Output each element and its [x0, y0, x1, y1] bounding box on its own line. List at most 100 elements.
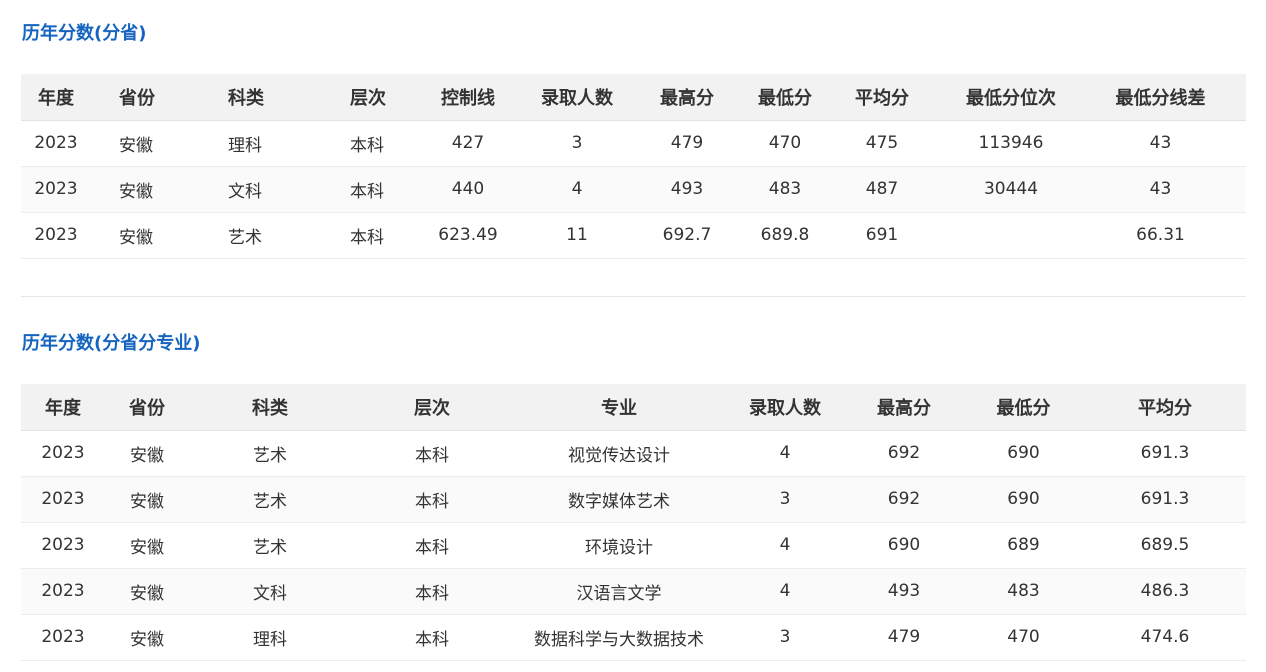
cell-min-diff: 43: [1075, 166, 1246, 213]
header-min-score: 最低分: [753, 74, 817, 121]
cell-year: 2023: [21, 430, 105, 477]
cell-province: 安徽: [105, 614, 189, 661]
table-header-row: 年度 省份 科类 层次 专业 录取人数 最高分 最低分 平均分: [21, 384, 1246, 431]
cell-max-score: 692: [845, 476, 963, 523]
header-category: 科类: [191, 74, 313, 121]
major-scores-table: 年度 省份 科类 层次 专业 录取人数 最高分 最低分 平均分 2023 安徽 …: [21, 384, 1246, 661]
cell-admitted-count: 3: [725, 476, 845, 523]
header-level: 层次: [351, 384, 513, 431]
province-scores-table: 年度 省份 科类 层次 控制线 录取人数 最高分 最低分 平均分 最低分位次 最…: [21, 74, 1246, 259]
cell-province: 安徽: [91, 166, 191, 213]
header-province: 省份: [105, 384, 189, 431]
header-min-diff: 最低分线差: [1075, 74, 1246, 121]
cell-min-score: 470: [963, 614, 1084, 661]
table-header-row: 年度 省份 科类 层次 控制线 录取人数 最高分 最低分 平均分 最低分位次 最…: [21, 74, 1246, 121]
table-row: 2023 安徽 艺术 本科 623.49 11 692.7 689.8 691 …: [21, 212, 1246, 259]
cell-min-rank: 113946: [947, 120, 1075, 167]
cell-avg-score: 475: [817, 120, 947, 167]
cell-control-line: 427: [403, 120, 533, 167]
section-title-major-scores: 历年分数(分省分专业): [22, 333, 201, 354]
cell-min-score: 690: [963, 430, 1084, 477]
cell-province: 安徽: [105, 568, 189, 615]
cell-max-score: 479: [621, 120, 753, 167]
cell-category: 理科: [191, 120, 313, 167]
cell-level: 本科: [351, 430, 513, 477]
cell-year: 2023: [21, 614, 105, 661]
cell-min-score: 483: [963, 568, 1084, 615]
header-year: 年度: [21, 384, 105, 431]
header-category: 科类: [189, 384, 351, 431]
cell-avg-score: 486.3: [1084, 568, 1246, 615]
cell-year: 2023: [21, 120, 91, 167]
cell-year: 2023: [21, 212, 91, 259]
cell-level: 本科: [313, 120, 403, 167]
cell-level: 本科: [313, 212, 403, 259]
cell-max-score: 690: [845, 522, 963, 569]
section-title-province-scores: 历年分数(分省): [22, 23, 147, 44]
header-min-score: 最低分: [963, 384, 1084, 431]
cell-major: 环境设计: [513, 522, 725, 569]
cell-admitted-count: 11: [533, 212, 621, 259]
cell-category: 艺术: [189, 476, 351, 523]
header-avg-score: 平均分: [1084, 384, 1246, 431]
cell-year: 2023: [21, 166, 91, 213]
header-level: 层次: [313, 74, 403, 121]
cell-admitted-count: 3: [725, 614, 845, 661]
cell-max-score: 692: [845, 430, 963, 477]
table-row: 2023 安徽 艺术 本科 视觉传达设计 4 692 690 691.3: [21, 430, 1246, 477]
cell-major: 数字媒体艺术: [513, 476, 725, 523]
table-row: 2023 安徽 艺术 本科 环境设计 4 690 689 689.5: [21, 522, 1246, 569]
table-row: 2023 安徽 理科 本科 数据科学与大数据技术 3 479 470 474.6: [21, 614, 1246, 661]
table-row: 2023 安徽 艺术 本科 数字媒体艺术 3 692 690 691.3: [21, 476, 1246, 523]
cell-year: 2023: [21, 568, 105, 615]
cell-category: 理科: [189, 614, 351, 661]
table-row: 2023 安徽 理科 本科 427 3 479 470 475 113946 4…: [21, 120, 1246, 167]
header-max-score: 最高分: [845, 384, 963, 431]
table-row: 2023 安徽 文科 本科 440 4 493 483 487 30444 43: [21, 166, 1246, 213]
cell-avg-score: 474.6: [1084, 614, 1246, 661]
cell-avg-score: 691.3: [1084, 430, 1246, 477]
cell-province: 安徽: [105, 476, 189, 523]
cell-avg-score: 691: [817, 212, 947, 259]
cell-category: 文科: [191, 166, 313, 213]
cell-level: 本科: [351, 614, 513, 661]
cell-min-score: 690: [963, 476, 1084, 523]
header-max-score: 最高分: [621, 74, 753, 121]
cell-province: 安徽: [91, 212, 191, 259]
header-avg-score: 平均分: [817, 74, 947, 121]
cell-major: 视觉传达设计: [513, 430, 725, 477]
cell-level: 本科: [351, 522, 513, 569]
cell-admitted-count: 4: [533, 166, 621, 213]
cell-avg-score: 691.3: [1084, 476, 1246, 523]
section-divider: [21, 296, 1246, 297]
cell-min-score: 470: [753, 120, 817, 167]
cell-province: 安徽: [105, 430, 189, 477]
cell-admitted-count: 4: [725, 568, 845, 615]
cell-control-line: 440: [403, 166, 533, 213]
cell-min-score: 483: [753, 166, 817, 213]
cell-major: 汉语言文学: [513, 568, 725, 615]
header-year: 年度: [21, 74, 91, 121]
cell-min-diff: 66.31: [1075, 212, 1246, 259]
cell-province: 安徽: [105, 522, 189, 569]
cell-min-diff: 43: [1075, 120, 1246, 167]
cell-level: 本科: [351, 568, 513, 615]
header-major: 专业: [513, 384, 725, 431]
cell-control-line: 623.49: [403, 212, 533, 259]
cell-max-score: 493: [845, 568, 963, 615]
cell-min-score: 689.8: [753, 212, 817, 259]
cell-max-score: 479: [845, 614, 963, 661]
cell-year: 2023: [21, 476, 105, 523]
cell-admitted-count: 3: [533, 120, 621, 167]
cell-max-score: 692.7: [621, 212, 753, 259]
header-province: 省份: [91, 74, 191, 121]
header-min-rank: 最低分位次: [947, 74, 1075, 121]
cell-level: 本科: [313, 166, 403, 213]
cell-major: 数据科学与大数据技术: [513, 614, 725, 661]
cell-min-score: 689: [963, 522, 1084, 569]
cell-min-rank: [947, 212, 1075, 259]
header-admitted-count: 录取人数: [533, 74, 621, 121]
cell-min-rank: 30444: [947, 166, 1075, 213]
table-row: 2023 安徽 文科 本科 汉语言文学 4 493 483 486.3: [21, 568, 1246, 615]
cell-avg-score: 689.5: [1084, 522, 1246, 569]
